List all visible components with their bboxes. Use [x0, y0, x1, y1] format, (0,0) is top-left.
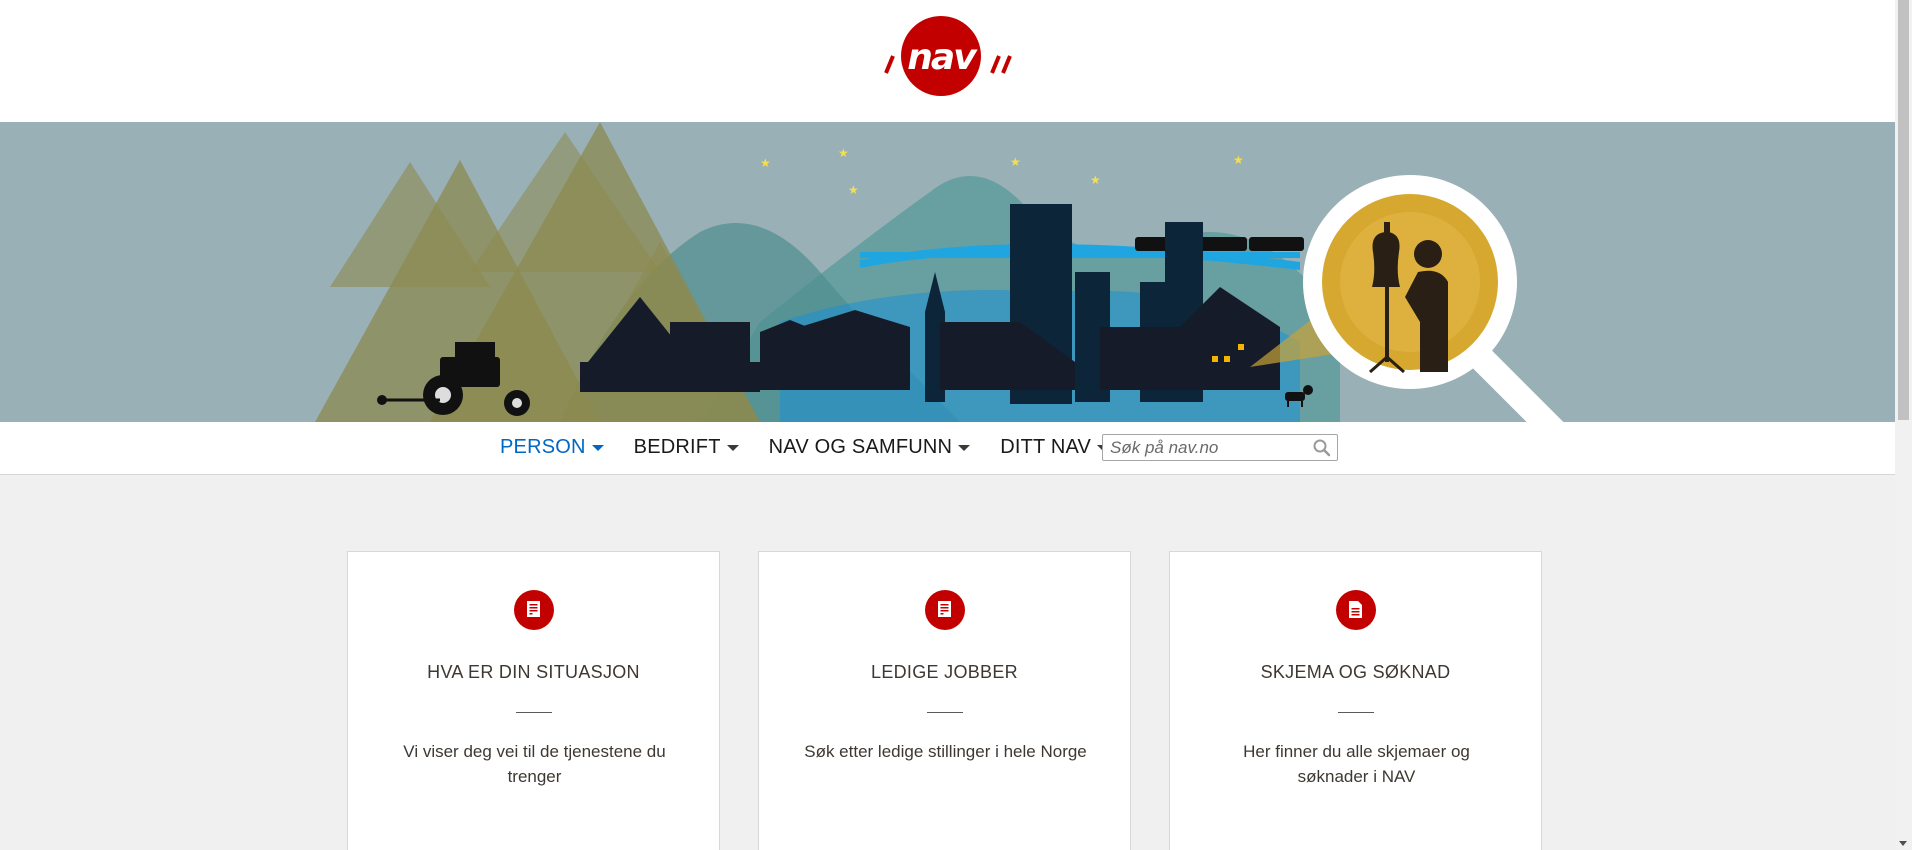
- vertical-scrollbar[interactable]: [1895, 0, 1912, 850]
- svg-text:★: ★: [1010, 155, 1021, 169]
- divider: [516, 712, 552, 713]
- svg-text:★: ★: [1090, 173, 1101, 187]
- card-hva-er-din-situasjon[interactable]: HVA ER DIN SITUASJON Vi viser deg vei ti…: [347, 551, 720, 850]
- nav-menu: PERSON BEDRIFT NAV OG SAMFUNN DITT NAV: [500, 436, 1139, 459]
- card-title: LEDIGE JOBBER: [871, 662, 1018, 682]
- site-header: nav: [0, 0, 1895, 122]
- nav-item-label: NAV OG SAMFUNN: [768, 436, 953, 458]
- chevron-down-icon: [958, 444, 971, 451]
- nav-item-label: PERSON: [500, 436, 586, 458]
- form-icon: [1336, 590, 1376, 630]
- nav-item-person[interactable]: PERSON: [500, 436, 604, 459]
- nav-logo[interactable]: nav: [880, 16, 1015, 98]
- magnifier-icon: [1303, 175, 1564, 422]
- nav-item-label: DITT NAV: [1000, 436, 1092, 458]
- card-description: Søk etter ledige stillinger i hele Norge: [804, 742, 1087, 761]
- card-description: Vi viser deg vei til de tjenestene du tr…: [403, 742, 666, 786]
- svg-text:★: ★: [760, 156, 771, 170]
- nav-item-label: BEDRIFT: [633, 436, 721, 458]
- svg-text:★: ★: [838, 146, 849, 160]
- nav-item-bedrift[interactable]: BEDRIFT: [634, 436, 739, 459]
- scrollbar-thumb[interactable]: [1898, 0, 1909, 420]
- document-icon: [925, 590, 965, 630]
- search-icon[interactable]: [1312, 438, 1332, 458]
- document-icon: [514, 590, 554, 630]
- card-title: HVA ER DIN SITUASJON: [427, 662, 640, 682]
- card-title: SKJEMA OG SØKNAD: [1260, 662, 1451, 682]
- search-input[interactable]: [1103, 435, 1317, 460]
- nav-item-nav-og-samfunn[interactable]: NAV OG SAMFUNN: [769, 436, 971, 459]
- main-nav: PERSON BEDRIFT NAV OG SAMFUNN DITT NAV: [0, 422, 1895, 475]
- card-ledige-jobber[interactable]: LEDIGE JOBBER Søk etter ledige stillinge…: [758, 551, 1131, 850]
- divider: [1338, 712, 1374, 713]
- card-description: Her finner du alle skjemaer og søknader …: [1243, 742, 1470, 786]
- landscape-illustration: ★ ★ ★ ★ ★ ★: [315, 122, 1564, 422]
- divider: [927, 712, 963, 713]
- search-box: [1102, 434, 1338, 461]
- logo-text: nav: [907, 37, 978, 78]
- card-skjema-og-soknad[interactable]: SKJEMA OG SØKNAD Her finner du alle skje…: [1169, 551, 1542, 850]
- hero-illustration: ★ ★ ★ ★ ★ ★: [0, 122, 1895, 422]
- nav-item-ditt-nav[interactable]: DITT NAV: [1000, 436, 1110, 459]
- scroll-down-arrow-icon[interactable]: [1899, 841, 1907, 846]
- svg-text:★: ★: [1233, 153, 1244, 167]
- chevron-down-icon: [591, 444, 604, 451]
- svg-text:★: ★: [848, 183, 859, 197]
- page: nav ★ ★ ★ ★ ★ ★ PERSON BEDRIFT NAV OG SA…: [0, 0, 1895, 850]
- chevron-down-icon: [726, 444, 739, 451]
